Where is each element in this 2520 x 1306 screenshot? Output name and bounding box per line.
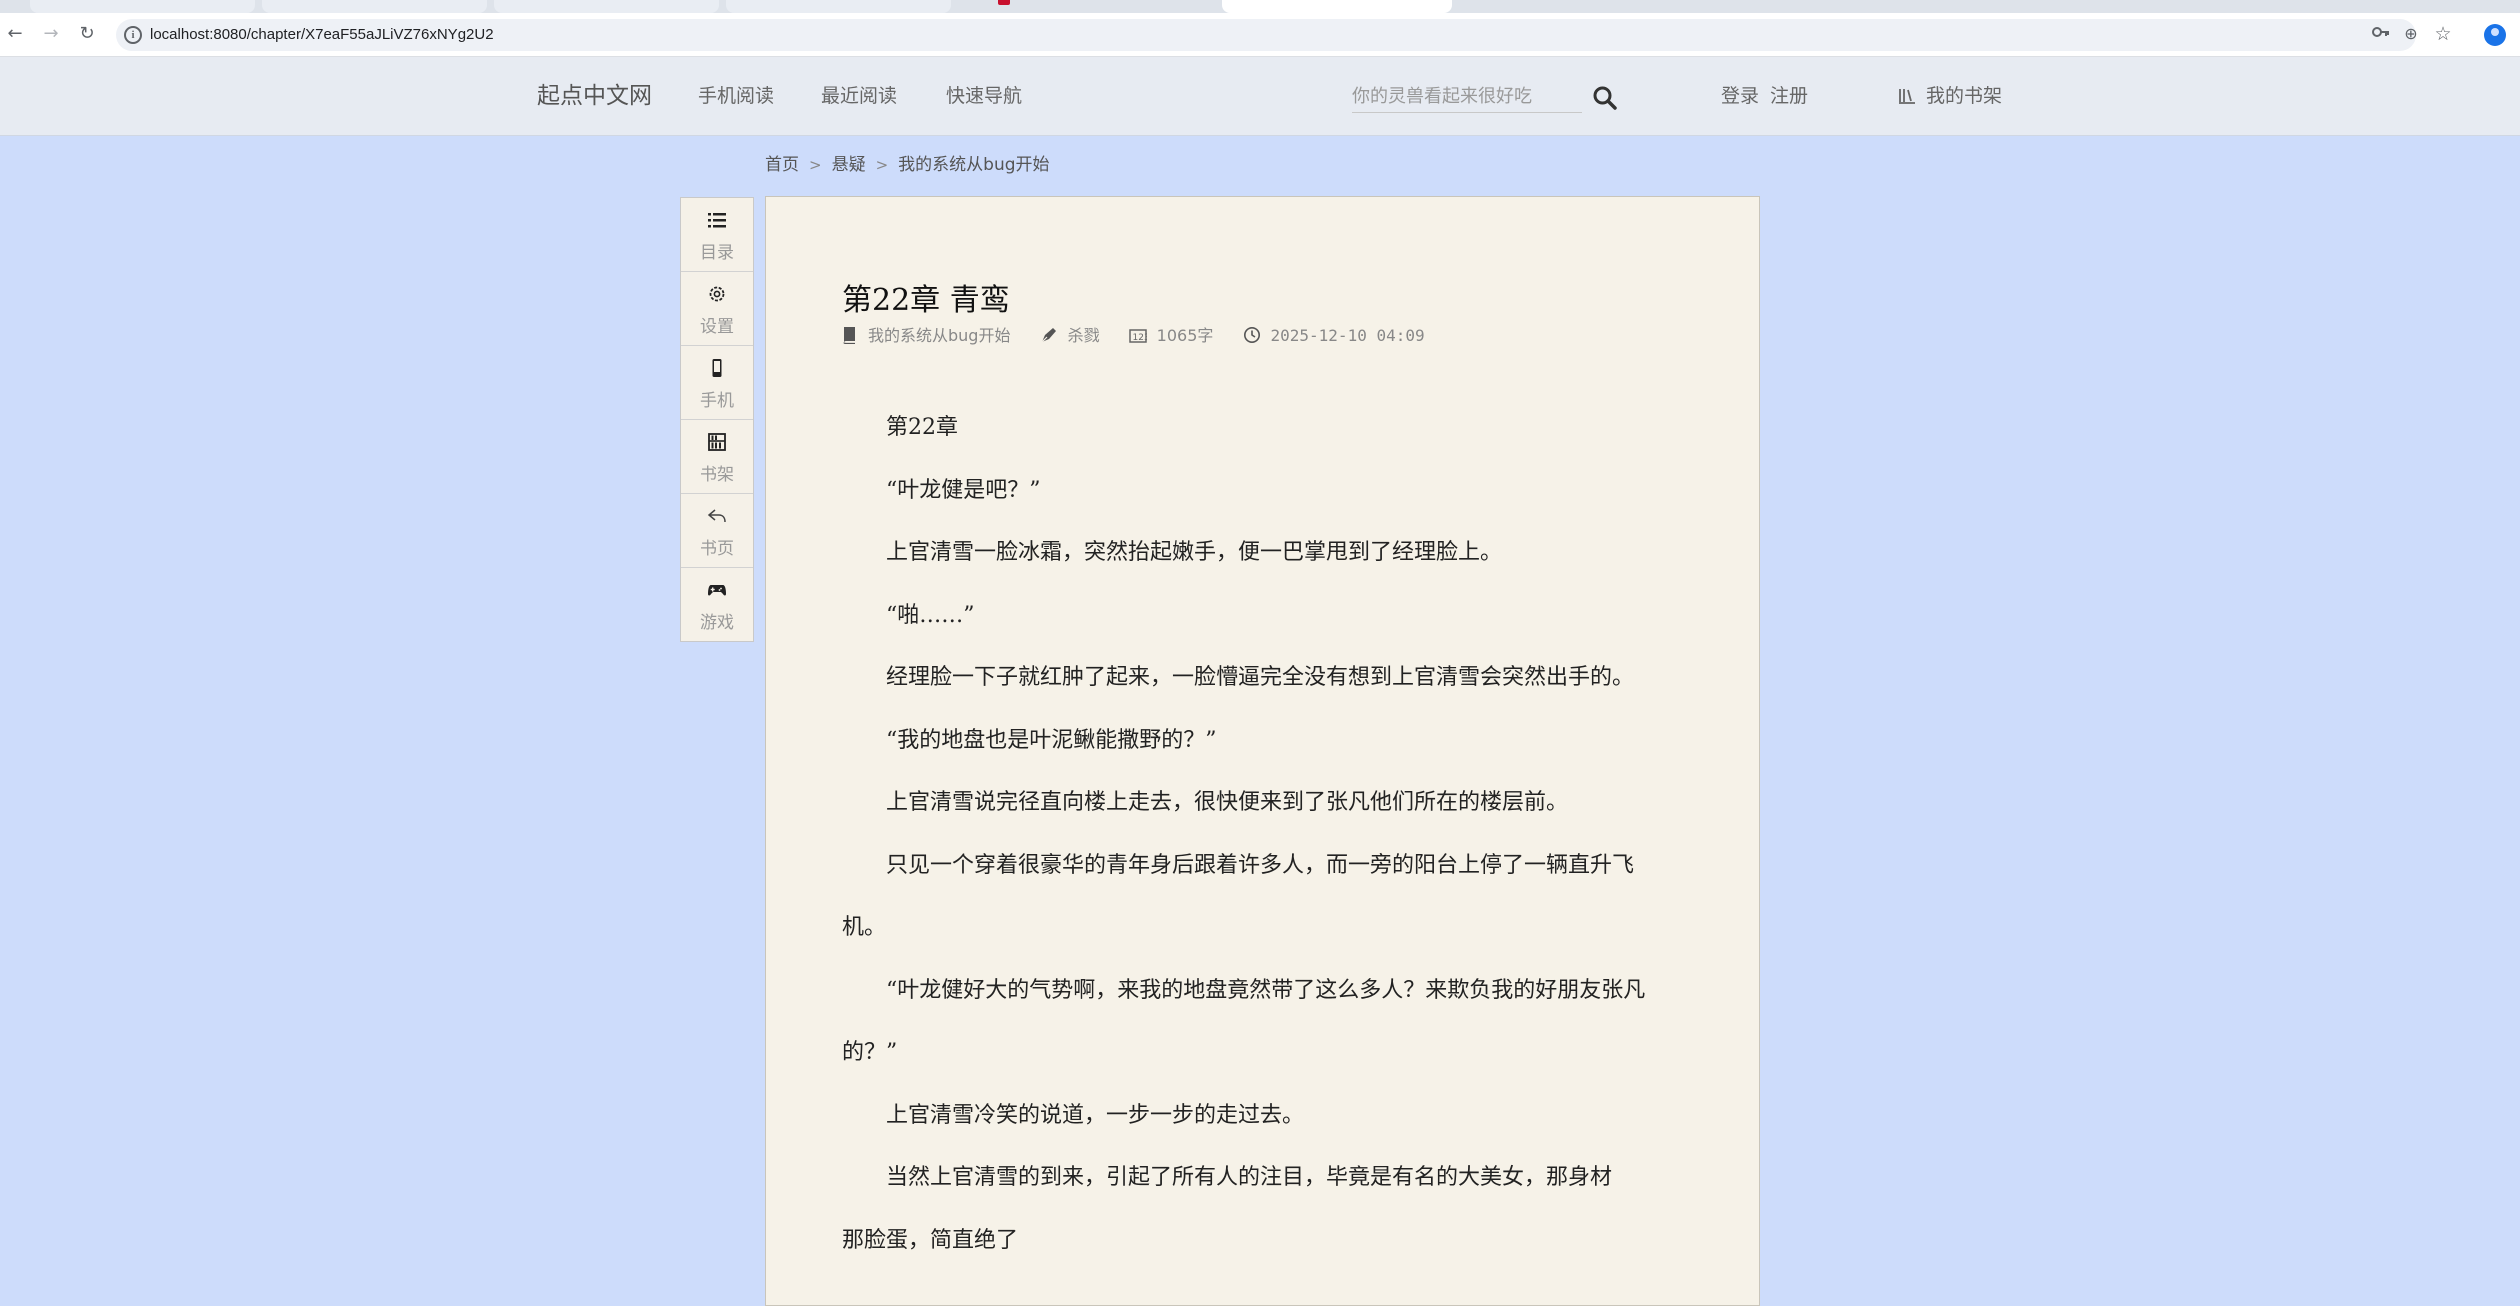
meta-updated: 2025-12-10 04:09 <box>1243 324 1425 348</box>
meta-book[interactable]: 我的系统从bug开始 <box>842 324 1010 348</box>
browser-toolbar: ← → ↻ i localhost:8080/chapter/X7eaF55aJ… <box>0 13 2520 57</box>
tool-book-page-button[interactable]: 书页 <box>681 494 753 568</box>
tool-label: 游戏 <box>700 613 734 633</box>
browser-tab-active[interactable] <box>1222 0 1452 13</box>
chapter-paragraph: 那脸蛋，简直绝了 <box>842 1227 1019 1253</box>
reload-icon[interactable]: ↻ <box>74 21 100 47</box>
breadcrumb-home[interactable]: 首页 <box>765 155 799 175</box>
tab-favicon-icon <box>998 0 1010 5</box>
url-text[interactable]: localhost:8080/chapter/X7eaF55aJLiVZ76xN… <box>150 19 494 51</box>
svg-text:123: 123 <box>1132 333 1147 343</box>
back-arrow-icon <box>707 509 726 523</box>
meta-author-name: 杀戮 <box>1067 326 1100 345</box>
tool-label: 书页 <box>700 539 734 559</box>
chapter-paragraph: 上官清雪说完径直向楼上走去，很快便来到了张凡他们所在的楼层前。 <box>886 790 1569 815</box>
bookshelf-header-icon <box>1899 89 1915 104</box>
chapter-paragraph: 第22章 <box>886 415 958 440</box>
chapter-title: 第22章 青鸾 <box>842 283 1010 318</box>
bookshelf-icon <box>708 433 726 451</box>
gear-icon <box>709 286 725 302</box>
breadcrumb-separator: > <box>875 156 889 174</box>
chapter-paragraph: 当然上官清雪的到来，引起了所有人的注目，毕竟是有名的大美女，那身材 <box>886 1165 1613 1190</box>
chapter-paragraph: 只见一个穿着很豪华的青年身后跟着许多人，而一旁的阳台上停了一辆直升飞机。 <box>842 852 1635 941</box>
meta-word-count: 123 1065字 <box>1128 324 1214 348</box>
chapter-meta: 我的系统从bug开始 杀戮 123 1065字 2025-12-10 04:09 <box>842 324 1449 348</box>
nav-mobile-reading[interactable]: 手机阅读 <box>698 57 774 135</box>
reader-toolbar: 目录 设置 手机 书架 书页 游戏 <box>680 197 754 642</box>
word-count-icon: 123 <box>1128 329 1149 343</box>
nav-quick-navigation[interactable]: 快速导航 <box>946 57 1022 135</box>
tool-game-button[interactable]: 游戏 <box>681 568 753 641</box>
breadcrumb-category[interactable]: 悬疑 <box>832 155 866 175</box>
tool-catalog-button[interactable]: 目录 <box>681 198 753 272</box>
clock-icon <box>1243 327 1260 343</box>
site-logo[interactable]: 起点中文网 <box>537 57 652 135</box>
tool-label: 目录 <box>700 243 734 263</box>
tool-label: 书架 <box>700 465 734 485</box>
phone-icon <box>712 359 722 377</box>
browser-tab[interactable] <box>494 0 768 13</box>
breadcrumb: 首页 > 悬疑 > 我的系统从bug开始 <box>765 150 1050 180</box>
word-count-text: 1065字 <box>1156 326 1214 345</box>
breadcrumb-separator: > <box>809 156 822 174</box>
chapter-paragraph: 上官清雪冷笑的说道，一步一步的走过去。 <box>886 1102 1305 1128</box>
site-header: 起点中文网 手机阅读 最近阅读 快速导航 登录 注册 我的书架 <box>0 57 2520 136</box>
tool-mobile-button[interactable]: 手机 <box>681 346 753 420</box>
tool-label: 设置 <box>700 317 734 337</box>
chapter-paragraph: 上官清雪一脸冰霜，突然抬起嫩手，便一巴掌甩到了经理脸上。 <box>886 540 1503 565</box>
chapter-paragraph: “叶龙健是吧？” <box>886 477 1041 503</box>
login-link[interactable]: 登录 <box>1721 57 1759 135</box>
browser-tab[interactable] <box>262 0 532 13</box>
chapter-content: 第22章 “叶龙健是吧？” 上官清雪一脸冰霜，突然抬起嫩手，便一巴掌甩到了经理脸… <box>842 397 1672 1272</box>
back-icon[interactable]: ← <box>2 21 28 47</box>
meta-author[interactable]: 杀戮 <box>1040 324 1100 348</box>
zoom-icon[interactable]: ⊕ <box>2398 21 2424 47</box>
breadcrumb-book[interactable]: 我的系统从bug开始 <box>898 155 1049 175</box>
meta-book-name: 我的系统从bug开始 <box>868 326 1011 345</box>
password-key-icon[interactable] <box>2368 21 2394 47</box>
search-icon[interactable] <box>1592 85 1618 111</box>
nav-recent-reading[interactable]: 最近阅读 <box>821 57 897 135</box>
gamepad-icon <box>708 585 726 596</box>
list-icon <box>708 213 726 228</box>
forward-icon[interactable]: → <box>38 21 64 47</box>
chapter-paragraph: “叶龙健好大的气势啊，来我的地盘竟然带了这么多人？来欺负我的好朋友张凡的？” <box>842 977 1646 1066</box>
search-input[interactable] <box>1352 80 1582 113</box>
bookshelf-link[interactable]: 我的书架 <box>1898 57 2002 135</box>
tool-label: 手机 <box>700 391 734 411</box>
site-info-icon[interactable]: i <box>124 26 142 44</box>
tool-bookshelf-button[interactable]: 书架 <box>681 420 753 494</box>
tool-settings-button[interactable]: 设置 <box>681 272 753 346</box>
updated-time: 2025-12-10 04:09 <box>1270 326 1425 345</box>
browser-tabstrip <box>0 0 2520 13</box>
bookshelf-label: 我的书架 <box>1926 85 2003 107</box>
browser-tab[interactable] <box>30 0 532 13</box>
pen-icon <box>1041 328 1056 343</box>
profile-avatar-icon[interactable] <box>2484 24 2506 46</box>
browser-tab[interactable] <box>726 0 1010 13</box>
address-bar[interactable]: i localhost:8080/chapter/X7eaF55aJLiVZ76… <box>116 19 2416 51</box>
bookmark-star-icon[interactable]: ☆ <box>2430 21 2456 47</box>
reading-page: 第22章 青鸾 我的系统从bug开始 杀戮 123 1065字 2025-12-… <box>765 196 1760 1306</box>
book-icon <box>843 327 855 345</box>
register-link[interactable]: 注册 <box>1770 57 1808 135</box>
chapter-paragraph: “我的地盘也是叶泥鳅能撒野的？” <box>886 727 1217 753</box>
chapter-paragraph: 经理脸一下子就红肿了起来，一脸懵逼完全没有想到上官清雪会突然出手的。 <box>886 665 1635 690</box>
chapter-paragraph: “啪……” <box>886 602 975 628</box>
